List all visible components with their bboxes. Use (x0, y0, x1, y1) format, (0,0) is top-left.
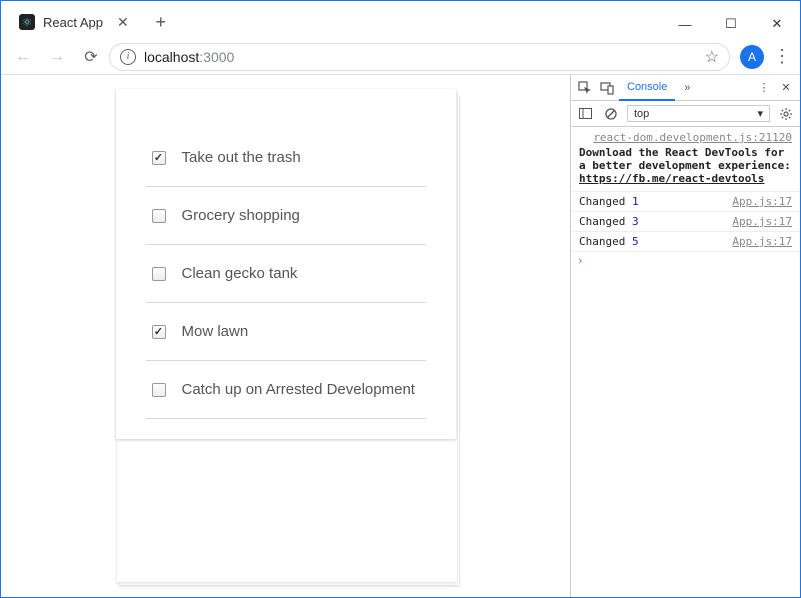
console-output: react-dom.development.js:21120 Download … (571, 127, 800, 597)
log-source-link[interactable]: App.js:17 (732, 235, 792, 248)
devtools-download-message: Download the React DevTools for a better… (571, 144, 800, 192)
profile-avatar[interactable]: A (740, 45, 764, 69)
devtools-tabbar: Console » ⋮ ✕ (571, 75, 800, 101)
todo-label: Catch up on Arrested Development (182, 381, 415, 398)
window-minimize-button[interactable]: — (662, 9, 708, 39)
close-tab-icon[interactable]: ✕ (117, 14, 129, 31)
log-message: Changed (579, 235, 625, 248)
console-log-row: Changed 5 App.js:17 (571, 232, 800, 252)
window-close-button[interactable]: ✕ (754, 9, 800, 39)
todo-label: Grocery shopping (182, 207, 300, 224)
log-value: 5 (632, 235, 639, 248)
todo-label: Mow lawn (182, 323, 249, 340)
console-prompt[interactable]: › (571, 252, 800, 269)
clear-console-icon[interactable] (601, 104, 621, 124)
todo-item: Grocery shopping (146, 187, 426, 245)
log-value: 3 (632, 215, 639, 228)
window-maximize-button[interactable]: ☐ (708, 9, 754, 39)
console-sidebar-toggle-icon[interactable] (575, 104, 595, 124)
devtools-download-link[interactable]: https://fb.me/react-devtools (579, 172, 764, 185)
browser-menu-button[interactable]: ⋮ (770, 46, 794, 67)
url-text: localhost:3000 (144, 49, 234, 65)
todo-checkbox[interactable] (152, 151, 166, 165)
device-toolbar-icon[interactable] (597, 78, 617, 98)
browser-tab[interactable]: ⚛ React App ✕ (9, 5, 143, 39)
back-button[interactable]: ← (7, 42, 39, 72)
bookmark-star-icon[interactable]: ☆ (705, 47, 719, 67)
log-message: Changed (579, 215, 625, 228)
devtools-menu-icon[interactable]: ⋮ (754, 78, 774, 98)
site-info-icon[interactable]: i (120, 49, 136, 65)
todo-checkbox[interactable] (152, 209, 166, 223)
todo-item: Take out the trash (146, 129, 426, 187)
todo-label: Take out the trash (182, 149, 301, 166)
devtools-panel: Console » ⋮ ✕ top▾ (570, 75, 800, 597)
window-titlebar: ⚛ React App ✕ + — ☐ ✕ (1, 1, 800, 39)
source-link[interactable]: react-dom.development.js:21120 (571, 127, 800, 144)
new-tab-button[interactable]: + (147, 8, 175, 36)
todo-card: Take out the trash Grocery shopping Clean … (116, 89, 456, 439)
todo-item: Mow lawn (146, 303, 426, 361)
todo-checkbox[interactable] (152, 383, 166, 397)
console-settings-icon[interactable] (776, 104, 796, 124)
todo-checkbox[interactable] (152, 267, 166, 281)
react-favicon-icon: ⚛ (19, 14, 35, 30)
todo-item: Clean gecko tank (146, 245, 426, 303)
log-message: Changed (579, 195, 625, 208)
console-log-row: Changed 3 App.js:17 (571, 212, 800, 232)
page-viewport: Take out the trash Grocery shopping Clean … (1, 75, 570, 597)
inspect-element-icon[interactable] (575, 78, 595, 98)
todo-label: Clean gecko tank (182, 265, 298, 282)
more-tabs-icon[interactable]: » (677, 78, 697, 98)
todo-checkbox[interactable] (152, 325, 166, 339)
todo-item: Catch up on Arrested Development (146, 361, 426, 419)
console-log-row: Changed 1 App.js:17 (571, 192, 800, 212)
execution-context-select[interactable]: top▾ (627, 105, 770, 122)
devtools-close-icon[interactable]: ✕ (776, 78, 796, 98)
console-toolbar: top▾ (571, 101, 800, 127)
forward-button[interactable]: → (41, 42, 73, 72)
reload-button[interactable]: ⟳ (75, 42, 107, 72)
url-input[interactable]: i localhost:3000 ☆ (109, 43, 730, 71)
log-value: 1 (632, 195, 639, 208)
log-source-link[interactable]: App.js:17 (732, 215, 792, 228)
console-tab[interactable]: Console (619, 75, 675, 101)
tab-title: React App (43, 15, 103, 30)
log-source-link[interactable]: App.js:17 (732, 195, 792, 208)
address-bar: ← → ⟳ i localhost:3000 ☆ A ⋮ (1, 39, 800, 75)
